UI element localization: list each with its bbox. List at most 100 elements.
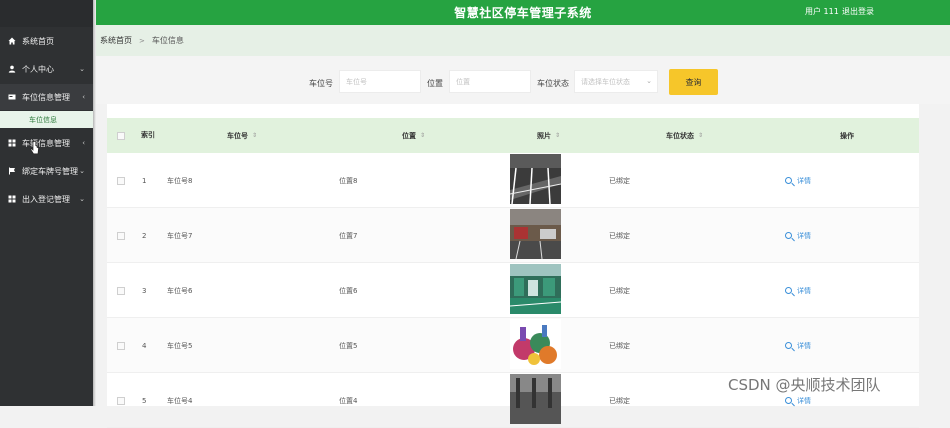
- header-slot[interactable]: 车位号 ⇕: [227, 118, 257, 153]
- row-location: 位置7: [339, 231, 358, 240]
- search-icon: [785, 342, 792, 349]
- slot-number-input[interactable]: 车位号: [339, 70, 421, 93]
- row-checkbox[interactable]: [117, 373, 125, 428]
- status-select[interactable]: 请选择车位状态 ⌄: [574, 70, 658, 93]
- row-location: 位置8: [339, 176, 358, 185]
- sort-icon: ⇕: [252, 132, 258, 139]
- row-slot: 车位号5: [167, 341, 193, 350]
- detail-label: 详情: [797, 286, 811, 295]
- breadcrumb-separator: >: [139, 36, 145, 45]
- header-status-label: 车位状态: [666, 131, 694, 140]
- status-placeholder: 请选择车位状态: [581, 77, 630, 86]
- detail-label: 详情: [797, 396, 811, 405]
- top-header: 智慧社区停车管理子系统 用户 111 退出登录: [96, 0, 950, 25]
- row-slot: 车位号8: [167, 176, 193, 185]
- row-action[interactable]: 详情: [785, 318, 811, 373]
- row-checkbox[interactable]: [117, 318, 125, 373]
- location-input[interactable]: 位置: [449, 70, 531, 93]
- row-index: 1: [142, 176, 147, 185]
- header-location[interactable]: 位置 ⇕: [402, 118, 425, 153]
- card-icon: [8, 93, 16, 101]
- row-photo: [510, 209, 561, 259]
- table-row: 1 车位号8 位置8 已绑定 详情: [107, 153, 919, 208]
- chevron-down-icon: ⌄: [79, 195, 85, 203]
- flag-icon: [8, 167, 16, 175]
- sort-icon: ⇕: [420, 132, 426, 139]
- sidebar-item-label: 绑定车牌号管理: [22, 166, 78, 176]
- row-index: 4: [142, 341, 147, 350]
- row-index: 5: [142, 396, 147, 405]
- table-row: 2 车位号7 位置7 已绑定 详情: [107, 208, 919, 263]
- chevron-left-icon: ‹: [82, 139, 85, 147]
- sidebar-item-vehicle-info[interactable]: 车辆信息管理 ‹: [0, 130, 93, 156]
- mouse-cursor-icon: [30, 141, 39, 155]
- row-checkbox[interactable]: [117, 153, 125, 208]
- slot-label: 车位号: [309, 79, 333, 88]
- chevron-up-icon: ‹: [82, 93, 85, 101]
- sidebar-item-label: 出入登记管理: [22, 194, 70, 204]
- table-body: 1 车位号8 位置8 已绑定 详情 2 车位号7 位置7 已绑定 详情 3 车位…: [107, 153, 919, 428]
- breadcrumb-home[interactable]: 系统首页: [100, 35, 132, 46]
- detail-link[interactable]: 详情: [785, 231, 811, 241]
- search-bar: 车位号 车位号 位置 位置 车位状态 请选择车位状态 ⌄ 查询: [96, 56, 950, 104]
- row-photo: [510, 154, 561, 204]
- row-index: 3: [142, 286, 147, 295]
- header-status[interactable]: 车位状态 ⇕: [666, 118, 703, 153]
- row-action[interactable]: 详情: [785, 263, 811, 318]
- sidebar-item-label: 个人中心: [22, 64, 54, 74]
- user-icon: [8, 65, 16, 73]
- row-action[interactable]: 详情: [785, 208, 811, 263]
- watermark: CSDN @央顺技术团队: [728, 376, 881, 394]
- row-photo: [510, 264, 561, 314]
- row-photo: [510, 374, 561, 424]
- row-location: 位置6: [339, 286, 358, 295]
- header-location-label: 位置: [402, 131, 416, 140]
- breadcrumb-current: 车位信息: [151, 36, 184, 45]
- grid-icon: [8, 195, 16, 203]
- sidebar-item-entry-exit[interactable]: 出入登记管理 ⌄: [0, 186, 93, 212]
- table-row: 4 车位号5 位置5 已绑定 详情: [107, 318, 919, 373]
- user-label: 用户 111: [805, 7, 839, 16]
- header-photo-label: 照片: [537, 131, 551, 140]
- parking-table: 索引 车位号 ⇕ 位置 ⇕ 照片 ⇕ 车位状态 ⇕ 操作 1 车位号8 位置8: [107, 104, 919, 428]
- sidebar-item-parking-info[interactable]: 车位信息管理 ‹: [0, 84, 93, 110]
- sidebar-item-profile[interactable]: 个人中心 ⌄: [0, 56, 93, 82]
- detail-link[interactable]: 详情: [785, 286, 811, 296]
- row-status: 已绑定: [609, 176, 630, 185]
- location-placeholder: 位置: [456, 77, 470, 86]
- row-slot: 车位号6: [167, 286, 193, 295]
- logout-link[interactable]: 退出登录: [842, 6, 874, 17]
- row-status: 已绑定: [609, 286, 630, 295]
- search-icon: [785, 287, 792, 294]
- sort-icon: ⇕: [698, 132, 704, 139]
- search-icon: [785, 232, 792, 239]
- query-button[interactable]: 查询: [669, 69, 718, 95]
- table-row: 3 车位号6 位置6 已绑定 详情: [107, 263, 919, 318]
- detail-link[interactable]: 详情: [785, 176, 811, 186]
- table-header: 索引 车位号 ⇕ 位置 ⇕ 照片 ⇕ 车位状态 ⇕ 操作: [107, 118, 919, 153]
- sidebar-item-home[interactable]: 系统首页: [0, 28, 93, 54]
- detail-label: 详情: [797, 176, 811, 185]
- chevron-down-icon: ⌄: [79, 167, 85, 175]
- detail-link[interactable]: 详情: [785, 341, 811, 351]
- sidebar: 系统首页 个人中心 ⌄ 车位信息管理 ‹ 车位信息 车辆信息管理 ‹ 绑定车牌号…: [0, 0, 93, 406]
- row-checkbox[interactable]: [117, 208, 125, 263]
- row-location: 位置4: [339, 396, 358, 405]
- select-all-checkbox[interactable]: [117, 118, 125, 153]
- sidebar-item-label: 车位信息管理: [22, 92, 70, 102]
- grid-icon: [8, 139, 16, 147]
- row-checkbox[interactable]: [117, 263, 125, 318]
- sort-icon: ⇕: [555, 132, 561, 139]
- chevron-down-icon: ⌄: [646, 77, 652, 85]
- sidebar-item-plate-binding[interactable]: 绑定车牌号管理 ⌄: [0, 158, 93, 184]
- row-slot: 车位号4: [167, 396, 193, 405]
- header-photo[interactable]: 照片 ⇕: [537, 118, 560, 153]
- row-status: 已绑定: [609, 341, 630, 350]
- row-action[interactable]: 详情: [785, 153, 811, 208]
- submenu-item-parking-slots[interactable]: 车位信息: [0, 111, 93, 128]
- detail-label: 详情: [797, 231, 811, 240]
- detail-link[interactable]: 详情: [785, 396, 811, 406]
- search-icon: [785, 177, 792, 184]
- breadcrumb: 系统首页 > 车位信息: [96, 25, 950, 56]
- header-action: 操作: [840, 131, 854, 140]
